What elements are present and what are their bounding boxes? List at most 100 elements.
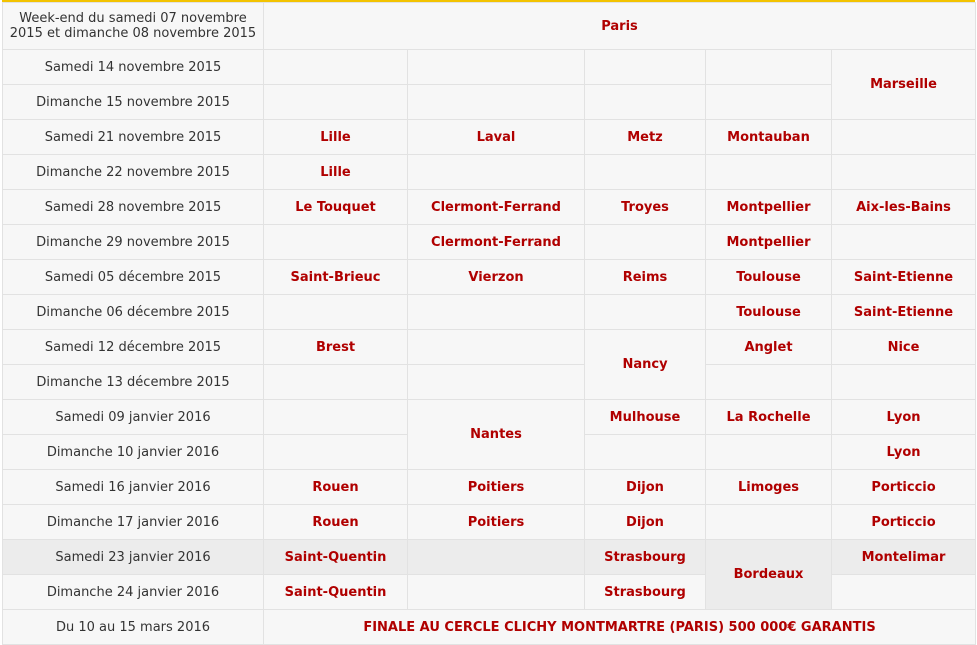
date-cell: Dimanche 24 janvier 2016 <box>2 574 264 610</box>
empty-cell <box>407 84 585 120</box>
date-cell: Samedi 16 janvier 2016 <box>2 469 264 505</box>
table-row: Dimanche 22 novembre 2015 Lille <box>2 154 977 190</box>
empty-cell <box>407 364 585 400</box>
table-row: Dimanche 17 janvier 2016 Rouen Poitiers … <box>2 504 977 540</box>
empty-cell <box>584 434 706 470</box>
city-cell-poitiers: Poitiers <box>407 469 585 505</box>
city-cell-aix-les-bains: Aix-les-Bains <box>830 189 977 225</box>
empty-cell <box>263 224 408 260</box>
weekend-label: Week-end du samedi 07 novembre 2015 et d… <box>2 2 264 50</box>
empty-cell <box>584 84 706 120</box>
city-cell-bordeaux: Bordeaux <box>705 539 832 610</box>
city-cell-saint-quentin: Saint-Quentin <box>263 574 408 610</box>
city-cell-lille: Lille <box>263 154 408 190</box>
empty-cell <box>407 49 585 85</box>
table-row: Samedi 21 novembre 2015 Lille Laval Metz… <box>2 119 977 155</box>
table-row: Dimanche 29 novembre 2015 Clermont-Ferra… <box>2 224 977 260</box>
date-cell: Dimanche 17 janvier 2016 <box>2 504 264 540</box>
city-cell-nantes: Nantes <box>407 399 585 470</box>
date-cell: Dimanche 10 janvier 2016 <box>2 434 264 470</box>
city-cell-saint-etienne: Saint-Etienne <box>830 259 977 295</box>
city-cell-clermont-ferrand: Clermont-Ferrand <box>407 189 585 225</box>
empty-cell <box>263 434 408 470</box>
city-cell-troyes: Troyes <box>584 189 706 225</box>
empty-cell <box>705 84 832 120</box>
city-cell-la-rochelle: La Rochelle <box>705 399 832 435</box>
empty-cell <box>830 574 977 610</box>
city-cell-paris: Paris <box>262 2 977 50</box>
city-cell-dijon: Dijon <box>584 469 706 505</box>
empty-cell <box>407 154 585 190</box>
city-cell-vierzon: Vierzon <box>407 259 585 295</box>
date-cell: Samedi 21 novembre 2015 <box>2 119 264 155</box>
empty-cell <box>584 154 706 190</box>
final-date-cell: Du 10 au 15 mars 2016 <box>2 609 264 645</box>
table-row: Samedi 09 janvier 2016 Nantes Mulhouse L… <box>2 399 977 470</box>
city-cell-mulhouse: Mulhouse <box>584 399 706 435</box>
city-cell-toulouse: Toulouse <box>705 259 832 295</box>
date-cell: Dimanche 13 décembre 2015 <box>2 364 264 400</box>
empty-cell <box>830 364 977 400</box>
table-row: Samedi 14 novembre 2015 Marseille <box>2 49 977 120</box>
empty-cell <box>830 224 977 260</box>
date-cell: Dimanche 15 novembre 2015 <box>2 84 264 120</box>
empty-cell <box>705 49 832 85</box>
empty-cell <box>584 49 706 85</box>
tournament-schedule-table: Week-end du samedi 07 novembre 2015 et d… <box>2 2 977 645</box>
table-row: Samedi 28 novembre 2015 Le Touquet Clerm… <box>2 189 977 225</box>
city-cell-marseille: Marseille <box>830 49 977 120</box>
city-cell-porticcio: Porticcio <box>830 469 977 505</box>
city-cell-anglet: Anglet <box>705 329 832 365</box>
table-row: Samedi 12 décembre 2015 Brest Nancy Angl… <box>2 329 977 400</box>
city-cell-strasbourg: Strasbourg <box>584 574 706 610</box>
table-row-highlighted: Samedi 23 janvier 2016 Saint-Quentin Str… <box>2 539 977 610</box>
empty-cell <box>584 294 706 330</box>
empty-cell <box>263 84 408 120</box>
city-cell-lyon: Lyon <box>830 399 977 435</box>
empty-cell <box>407 574 585 610</box>
date-cell: Samedi 28 novembre 2015 <box>2 189 264 225</box>
city-cell-nice: Nice <box>830 329 977 365</box>
city-cell-laval: Laval <box>407 119 585 155</box>
empty-cell <box>407 329 585 365</box>
schedule-container: Week-end du samedi 07 novembre 2015 et d… <box>2 0 977 645</box>
city-cell-saint-etienne: Saint-Etienne <box>830 294 977 330</box>
date-cell: Dimanche 06 décembre 2015 <box>2 294 264 330</box>
date-cell: Samedi 14 novembre 2015 <box>2 49 264 85</box>
city-cell-montpellier: Montpellier <box>705 189 832 225</box>
city-cell-metz: Metz <box>584 119 706 155</box>
city-cell-rouen: Rouen <box>263 469 408 505</box>
city-cell-rouen: Rouen <box>263 504 408 540</box>
city-cell-reims: Reims <box>584 259 706 295</box>
city-cell-lille: Lille <box>263 119 408 155</box>
empty-cell <box>407 294 585 330</box>
city-cell-saint-quentin: Saint-Quentin <box>263 539 408 575</box>
empty-cell <box>705 434 832 470</box>
city-cell-montelimar: Montelimar <box>830 539 977 575</box>
empty-cell <box>263 399 408 435</box>
table-row: Week-end du samedi 07 novembre 2015 et d… <box>2 2 977 50</box>
table-row: Samedi 16 janvier 2016 Rouen Poitiers Di… <box>2 469 977 505</box>
empty-cell <box>263 49 408 85</box>
city-cell-lyon: Lyon <box>830 434 977 470</box>
city-cell-porticcio: Porticcio <box>830 504 977 540</box>
city-cell-saint-brieuc: Saint-Brieuc <box>263 259 408 295</box>
empty-cell <box>263 294 408 330</box>
city-cell-poitiers: Poitiers <box>407 504 585 540</box>
city-cell-limoges: Limoges <box>705 469 832 505</box>
final-label: FINALE AU CERCLE CLICHY MONTMARTRE (PARI… <box>262 609 977 645</box>
empty-cell <box>407 539 585 575</box>
date-cell: Dimanche 22 novembre 2015 <box>2 154 264 190</box>
date-cell: Samedi 12 décembre 2015 <box>2 329 264 365</box>
empty-cell <box>705 504 832 540</box>
city-cell-le-touquet: Le Touquet <box>263 189 408 225</box>
table-row-final: Du 10 au 15 mars 2016 FINALE AU CERCLE C… <box>2 609 977 645</box>
city-cell-montauban: Montauban <box>705 119 832 155</box>
date-cell: Samedi 05 décembre 2015 <box>2 259 264 295</box>
city-cell-dijon: Dijon <box>584 504 706 540</box>
table-row: Dimanche 13 décembre 2015 <box>2 364 977 400</box>
date-cell: Samedi 23 janvier 2016 <box>2 539 264 575</box>
date-cell: Samedi 09 janvier 2016 <box>2 399 264 435</box>
city-cell-montpellier: Montpellier <box>705 224 832 260</box>
empty-cell <box>830 119 977 155</box>
